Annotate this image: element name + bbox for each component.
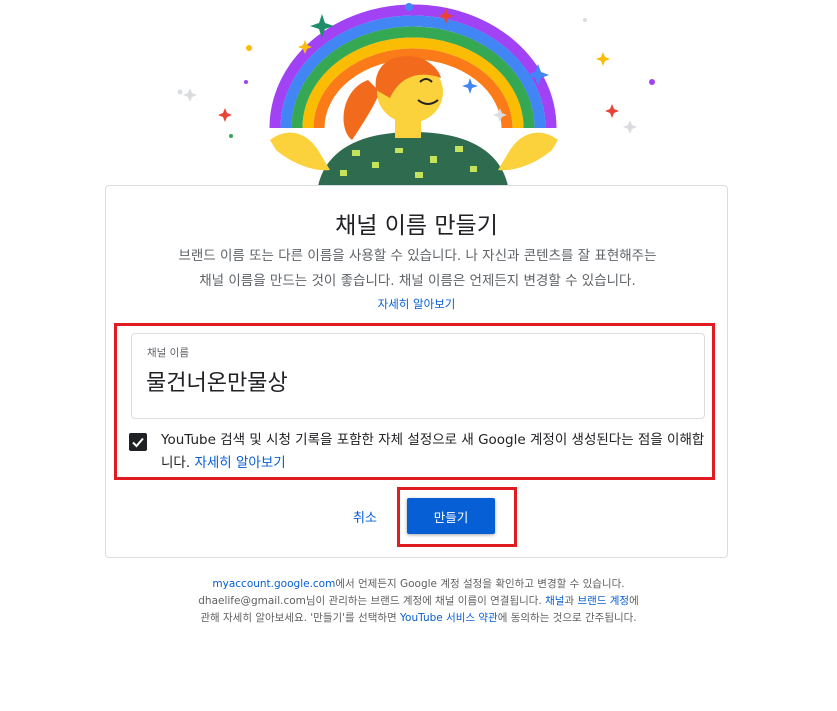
footer-text-2: dhaelife@gmail.com님이 관리하는 브랜드 계정에 채널 이름이… [198, 595, 546, 607]
footer-text-1: 에서 언제든지 Google 계정 설정을 확인하고 변경할 수 있습니다. [335, 578, 625, 590]
description-line-2: 채널 이름을 만드는 것이 좋습니다. 채널 이름은 언제든지 변경할 수 있습… [199, 273, 636, 289]
footer-line-2: dhaelife@gmail.com님이 관리하는 브랜드 계정에 채널 이름이… [140, 593, 697, 610]
rainbow-person-illustration [177, 3, 655, 186]
footer-text-4: 에 [629, 595, 639, 607]
myaccount-link[interactable]: myaccount.google.com [212, 578, 335, 590]
footer-notice: myaccount.google.com에서 언제든지 Google 계정 설정… [140, 576, 697, 627]
footer-line-1: myaccount.google.com에서 언제든지 Google 계정 설정… [140, 576, 697, 593]
checkmark-icon [132, 437, 144, 448]
channel-name-label: 채널 이름 [147, 347, 189, 359]
description-line-1: 브랜드 이름 또는 다른 이름을 사용할 수 있습니다. 나 자신과 콘텐츠를 … [178, 248, 657, 264]
footer-text-3: 과 [564, 595, 578, 607]
create-button[interactable]: 만들기 [407, 498, 495, 534]
terms-link[interactable]: YouTube 서비스 약관 [400, 612, 498, 624]
footer-text-6: 에 동의하는 것으로 간주됩니다. [497, 612, 637, 624]
channel-name-input[interactable] [146, 368, 686, 393]
learn-more-link[interactable]: 자세히 알아보기 [106, 296, 727, 312]
agreement-learn-more-link[interactable]: 자세히 알아보기 [194, 455, 285, 471]
dialog-title: 채널 이름 만들기 [335, 213, 498, 239]
footer-line-3: 관해 자세히 알아보세요. '만들기'를 선택하면 YouTube 서비스 약관… [140, 610, 697, 627]
footer-text-5: 관해 자세히 알아보세요. '만들기'를 선택하면 [200, 612, 401, 624]
brand-account-link[interactable]: 브랜드 계정 [577, 595, 629, 607]
dialog-description: 브랜드 이름 또는 다른 이름을 사용할 수 있습니다. 나 자신과 콘텐츠를 … [126, 244, 709, 294]
channel-link[interactable]: 채널 [545, 595, 564, 607]
cancel-button[interactable]: 취소 [353, 507, 377, 526]
agreement-checkbox[interactable] [129, 433, 147, 451]
agreement-text: YouTube 검색 및 시청 기록을 포함한 자체 설정으로 새 Google… [161, 429, 706, 475]
channel-name-field[interactable]: 채널 이름 [131, 333, 705, 419]
